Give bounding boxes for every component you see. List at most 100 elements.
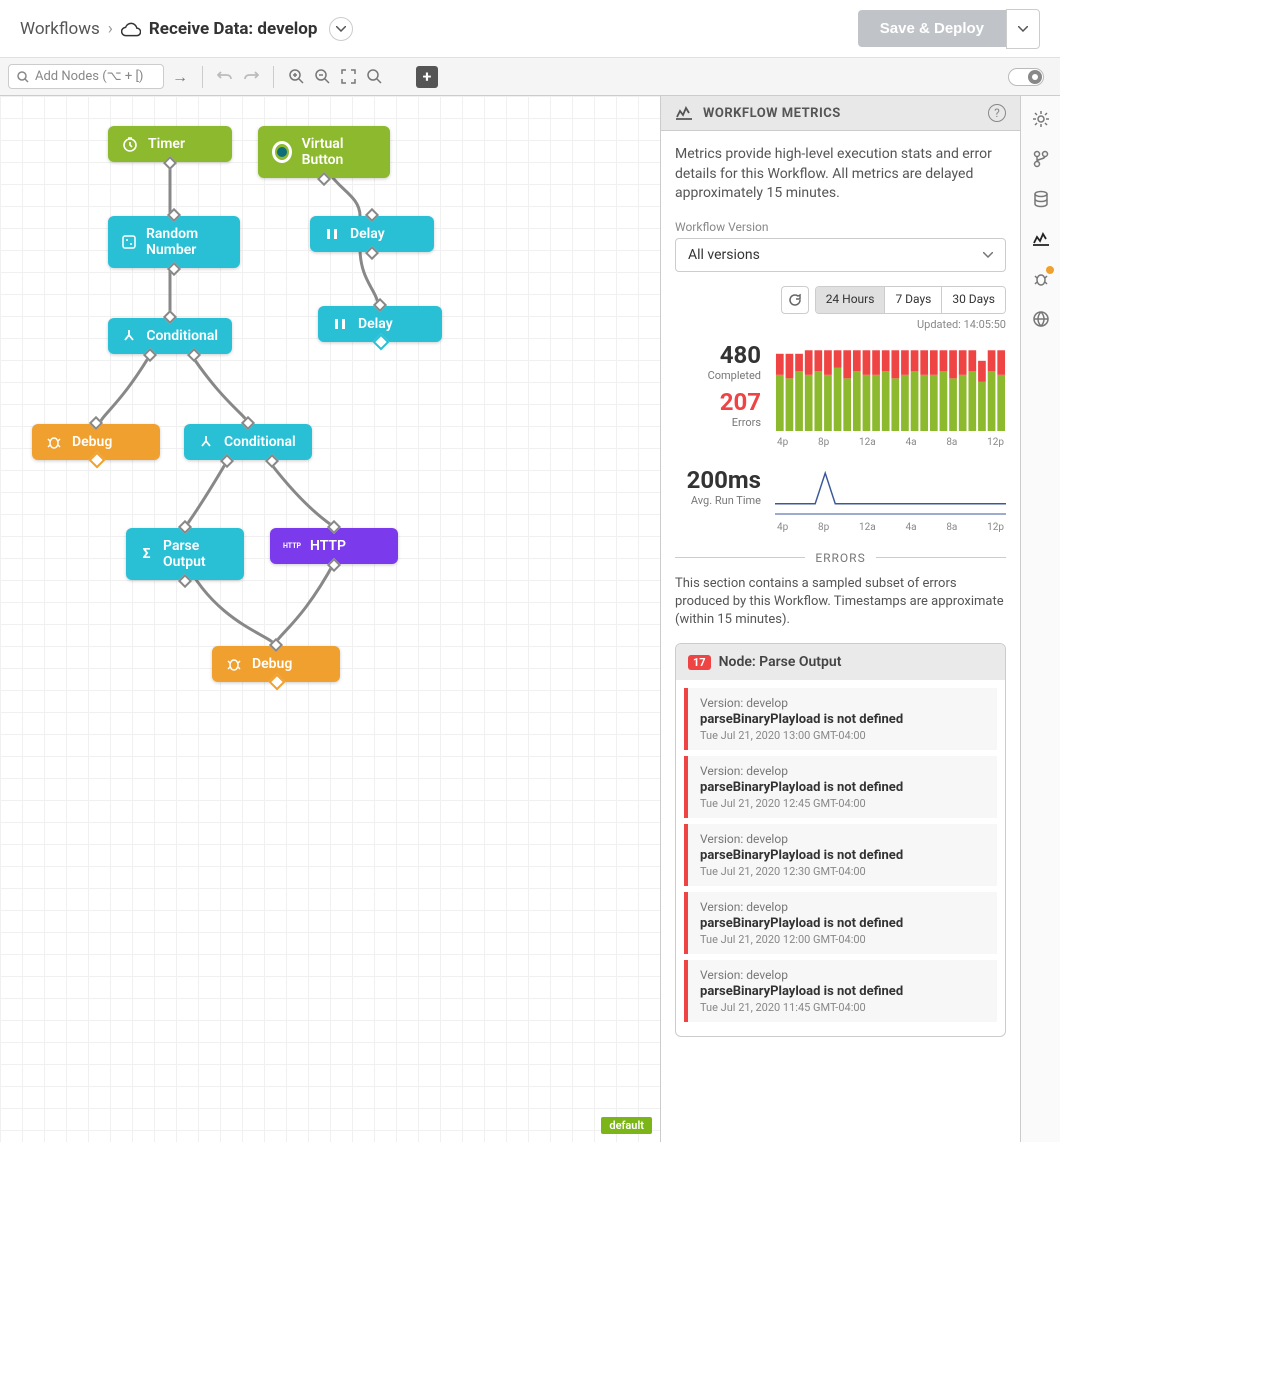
- node-label: Debug: [252, 656, 292, 672]
- error-timestamp: Tue Jul 21, 2020 12:30 GMT-04:00: [700, 865, 985, 878]
- zoom-in-button[interactable]: [286, 67, 306, 87]
- error-timestamp: Tue Jul 21, 2020 12:00 GMT-04:00: [700, 933, 985, 946]
- range-24-hours[interactable]: 24 Hours: [816, 287, 886, 313]
- completed-errors-chart: 4p8p12a4a8a12p: [775, 341, 1006, 448]
- error-version: Version: develop: [700, 764, 985, 778]
- node-random-number[interactable]: Random Number: [108, 216, 240, 268]
- branch-icon: [198, 434, 214, 450]
- undo-icon: [217, 70, 233, 84]
- error-version: Version: develop: [700, 900, 985, 914]
- globe-tab[interactable]: [1030, 308, 1052, 330]
- settings-tab[interactable]: [1030, 108, 1052, 130]
- version-label: Workflow Version: [675, 220, 1006, 234]
- refresh-icon: [788, 293, 802, 307]
- node-virtual-button[interactable]: Virtual Button: [258, 126, 390, 178]
- zoom-out-button[interactable]: [312, 67, 332, 87]
- error-message: parseBinaryPlayload is not defined: [700, 984, 985, 999]
- node-delay-2[interactable]: Delay: [318, 306, 442, 342]
- gear-icon: [1032, 110, 1050, 128]
- add-button[interactable]: +: [416, 66, 438, 88]
- node-label: Delay: [350, 226, 385, 242]
- node-timer[interactable]: Timer: [108, 126, 232, 162]
- runtime-value: 200ms: [675, 466, 761, 494]
- node-debug-2[interactable]: Debug: [212, 646, 340, 682]
- debug-tab[interactable]: [1030, 268, 1052, 290]
- version-select[interactable]: All versions: [675, 238, 1006, 272]
- pause-icon: [324, 226, 340, 242]
- fit-screen-button[interactable]: [338, 67, 358, 87]
- completed-value: 480: [675, 341, 761, 369]
- node-conditional-1[interactable]: Conditional: [108, 318, 232, 354]
- error-item[interactable]: Version: develop parseBinaryPlayload is n…: [684, 892, 997, 954]
- chevron-down-icon: [983, 252, 993, 258]
- error-version: Version: develop: [700, 968, 985, 982]
- node-delay-1[interactable]: Delay: [310, 216, 434, 252]
- workflow-canvas[interactable]: Timer Virtual Button Random Number Delay…: [0, 96, 660, 1142]
- metrics-tab[interactable]: [1030, 228, 1052, 250]
- cloud-icon: [121, 21, 141, 37]
- git-branch-icon: [1033, 150, 1049, 168]
- arrow-right-icon[interactable]: →: [170, 67, 190, 87]
- error-message: parseBinaryPlayload is not defined: [700, 916, 985, 931]
- error-item[interactable]: Version: developparseBinaryPlayload is n…: [684, 824, 997, 886]
- node-label: Parse Output: [163, 538, 230, 570]
- error-message: parseBinaryPlayload is not defined: [700, 780, 985, 795]
- default-badge: default: [601, 1117, 652, 1134]
- undo-button[interactable]: [215, 67, 235, 87]
- node-http[interactable]: HTTP HTTP: [270, 528, 398, 564]
- chevron-down-icon: [336, 26, 346, 32]
- runtime-chart: 4p8p12a4a8a12p: [775, 466, 1006, 533]
- metrics-panel: WORKFLOW METRICS ? Metrics provide high-…: [660, 96, 1020, 1142]
- http-icon: HTTP: [284, 538, 300, 554]
- range-30-days[interactable]: 30 Days: [942, 287, 1005, 313]
- error-group-header[interactable]: 17 Node: Parse Output: [676, 644, 1005, 680]
- bug-icon: [1033, 271, 1049, 287]
- refresh-button[interactable]: [781, 286, 809, 314]
- updated-timestamp: Updated: 14:05:50: [675, 318, 1006, 331]
- redo-icon: [243, 70, 259, 84]
- errors-section-description: This section contains a sampled subset o…: [675, 575, 1006, 630]
- breadcrumb-root[interactable]: Workflows: [20, 19, 100, 39]
- zoom-out-icon: [315, 69, 330, 84]
- storage-tab[interactable]: [1030, 188, 1052, 210]
- error-message: parseBinaryPlayload is not defined: [700, 712, 985, 727]
- debug-toggle[interactable]: [1008, 68, 1044, 86]
- error-version: Version: develop: [700, 832, 985, 846]
- node-label: Conditional: [224, 434, 296, 450]
- page-title: Receive Data: develop: [149, 19, 318, 39]
- panel-description: Metrics provide high-level execution sta…: [675, 145, 1006, 204]
- save-deploy-dropdown[interactable]: [1006, 9, 1040, 49]
- node-label: Conditional: [146, 328, 218, 344]
- error-item[interactable]: Version: developparseBinaryPlayload is n…: [684, 688, 997, 750]
- chart-icon: [1032, 232, 1050, 246]
- node-conditional-2[interactable]: Conditional: [184, 424, 312, 460]
- globe-icon: [1033, 311, 1049, 327]
- error-group-title: Node: Parse Output: [719, 654, 842, 670]
- versions-tab[interactable]: [1030, 148, 1052, 170]
- search-icon: [367, 69, 382, 84]
- redo-button[interactable]: [241, 67, 261, 87]
- node-label: Debug: [72, 434, 112, 450]
- right-rail: [1020, 96, 1060, 1142]
- branch-icon: [122, 328, 136, 344]
- title-dropdown[interactable]: [329, 17, 353, 41]
- zoom-in-icon: [289, 69, 304, 84]
- help-button[interactable]: ?: [988, 104, 1006, 122]
- canvas-edges: [0, 96, 660, 1142]
- database-icon: [1033, 190, 1049, 208]
- chevron-down-icon: [1018, 26, 1028, 32]
- errors-label: Errors: [675, 416, 761, 429]
- dice-icon: [122, 234, 136, 250]
- range-7-days[interactable]: 7 Days: [885, 287, 942, 313]
- breadcrumb: Workflows › Receive Data: develop: [20, 17, 353, 41]
- zoom-reset-button[interactable]: [364, 67, 384, 87]
- error-item[interactable]: Version: develop parseBinaryPlayload is n…: [684, 756, 997, 818]
- virtual-button-icon: [272, 141, 292, 163]
- node-debug-1[interactable]: Debug: [32, 424, 160, 460]
- error-item[interactable]: Version: develop parseBinaryPlayload is n…: [684, 960, 997, 1022]
- add-nodes-input[interactable]: Add Nodes (⌥ + [): [8, 64, 164, 89]
- metrics-icon: [675, 106, 693, 120]
- runtime-label: Avg. Run Time: [675, 494, 761, 507]
- save-deploy-button[interactable]: Save & Deploy: [858, 10, 1006, 47]
- node-parse-output[interactable]: Σ Parse Output: [126, 528, 244, 580]
